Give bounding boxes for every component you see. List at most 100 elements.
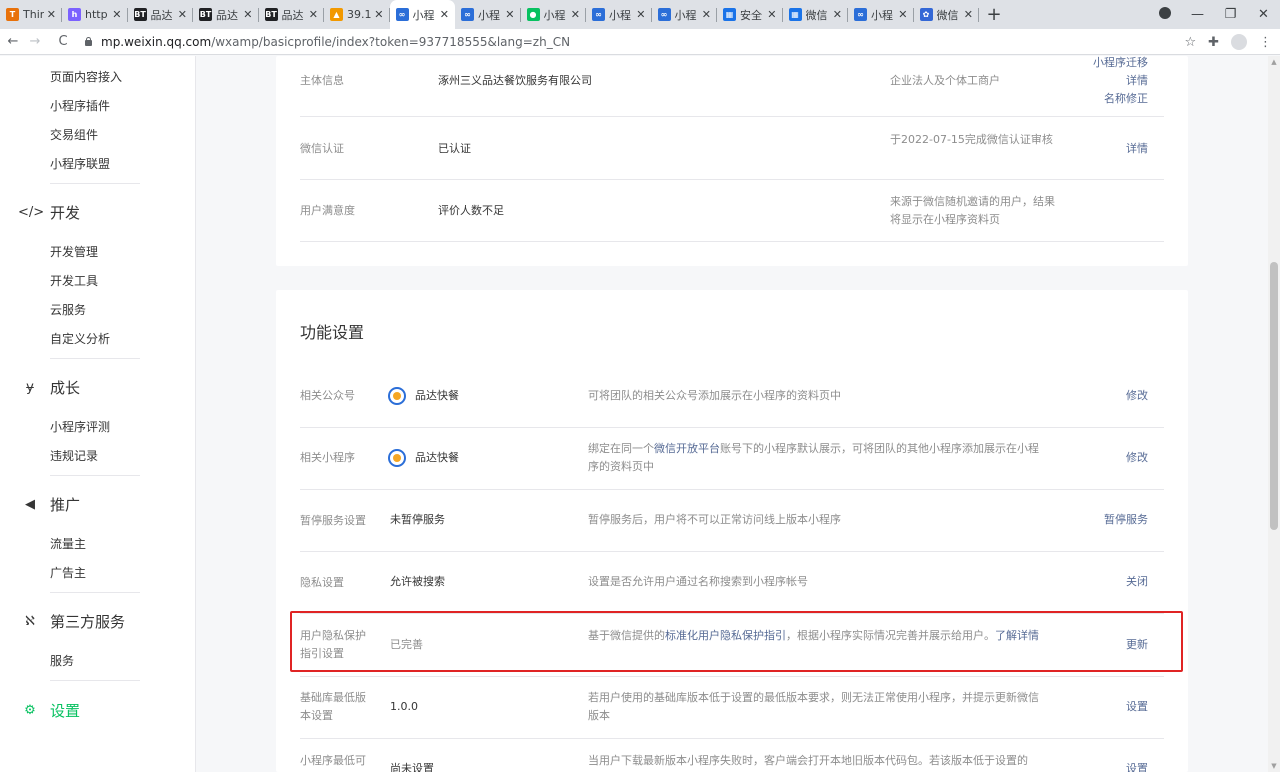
sidebar-item-dev-management[interactable]: 开发管理 — [50, 243, 98, 260]
tab-close-icon[interactable]: ✕ — [636, 8, 645, 21]
browser-menu-icon[interactable]: ⋮ — [1259, 35, 1272, 50]
tab-close-icon[interactable]: ✕ — [505, 8, 514, 21]
privacy-value: 允许被搜索 — [390, 575, 445, 588]
sidebar-divider — [50, 183, 140, 184]
tab-close-icon[interactable]: ✕ — [112, 8, 121, 21]
tab-close-icon[interactable]: ✕ — [571, 8, 580, 21]
url-field[interactable]: mp.weixin.qq.com/wxamp/basicprofile/inde… — [84, 35, 570, 49]
sidebar-section-promo[interactable]: ◀ 推广 — [18, 494, 80, 515]
browser-tab[interactable]: ∞ 小程 ✕ — [652, 0, 717, 29]
browser-tab[interactable]: ● 小程 ✕ — [521, 0, 586, 29]
tab-title: 微信 — [936, 8, 959, 22]
scroll-up-arrow-icon[interactable]: ▲ — [1268, 58, 1280, 66]
address-bar: ← → C mp.weixin.qq.com/wxamp/basicprofil… — [0, 29, 1280, 55]
field-label: 暂停服务设置 — [300, 514, 366, 527]
tab-close-icon[interactable]: ✕ — [833, 8, 842, 21]
url-path: /wxamp/basicprofile/index?token=93771855… — [211, 34, 571, 49]
tab-close-icon[interactable]: ✕ — [374, 8, 383, 21]
migrate-link[interactable]: 小程序迁移 — [1060, 54, 1148, 72]
tab-close-icon[interactable]: ✕ — [702, 8, 711, 21]
close-window-button[interactable]: ✕ — [1247, 7, 1280, 22]
sidebar-item-custom-analysis[interactable]: 自定义分析 — [50, 330, 110, 347]
tab-favicon-icon: ▦ — [788, 8, 802, 21]
scroll-thumb[interactable] — [1270, 262, 1278, 530]
extensions-icon[interactable]: ✚ — [1208, 35, 1219, 50]
tab-title: 品达 — [216, 8, 238, 22]
tab-close-icon[interactable]: ✕ — [898, 8, 907, 21]
page-scrollbar[interactable]: ▲ ▼ — [1268, 56, 1280, 772]
sidebar-section-growth[interactable]: ɏ 成长 — [18, 377, 80, 398]
sidebar-section-settings[interactable]: ⚙ 设置 — [18, 700, 80, 721]
row-divider — [300, 738, 1164, 739]
sidebar-item-services[interactable]: 服务 — [50, 652, 74, 669]
verification-detail-link[interactable]: 详情 — [1060, 140, 1148, 158]
sidebar-item-advertiser[interactable]: 广告主 — [50, 564, 86, 581]
third-party-icon: ℵ — [25, 614, 35, 629]
scroll-down-arrow-icon[interactable]: ▼ — [1268, 762, 1280, 770]
close-search-button[interactable]: 关闭 — [1060, 573, 1148, 591]
tab-title: http — [85, 8, 108, 21]
entity-detail-link[interactable]: 详情 — [1060, 72, 1148, 90]
tab-close-icon[interactable]: ✕ — [178, 8, 187, 21]
field-label: 用户满意度 — [300, 204, 355, 217]
name-correction-link[interactable]: 名称修正 — [1060, 90, 1148, 108]
tab-favicon-icon: h — [68, 8, 81, 21]
browser-tab[interactable]: ∞ 小程 ✕ — [389, 0, 455, 29]
new-tab-button[interactable]: + — [979, 0, 1009, 29]
browser-tab[interactable]: ▦ 微信 ✕ — [783, 0, 848, 29]
tab-close-icon[interactable]: ✕ — [47, 8, 56, 21]
browser-tab[interactable]: ∞ 小程 ✕ — [455, 0, 521, 29]
tab-close-icon[interactable]: ✕ — [309, 8, 318, 21]
browser-tab[interactable]: h http ✕ — [62, 0, 128, 29]
sidebar-item-traffic-host[interactable]: 流量主 — [50, 535, 86, 552]
browser-tab[interactable]: ✿ 微信 ✕ — [914, 0, 979, 29]
sidebar-divider — [50, 358, 140, 359]
tab-title: 品达 — [150, 8, 173, 22]
back-button[interactable]: ← — [2, 34, 24, 49]
sidebar-item-violations[interactable]: 违规记录 — [50, 447, 98, 464]
tab-close-icon[interactable]: ✕ — [243, 8, 252, 21]
sidebar-item-cloud[interactable]: 云服务 — [50, 301, 86, 318]
browser-tab[interactable]: BT 品达 ✕ — [193, 0, 259, 29]
bookmark-star-icon[interactable]: ☆ — [1184, 35, 1196, 50]
tab-favicon-icon: T — [6, 8, 19, 21]
tab-close-icon[interactable]: ✕ — [440, 8, 449, 21]
field-desc: 企业法人及个体工商户 — [890, 74, 1000, 87]
browser-tab[interactable]: BT 品达 ✕ — [128, 0, 193, 29]
profile-icon[interactable] — [1148, 6, 1181, 23]
browser-tab[interactable]: T Thin ✕ — [0, 0, 62, 29]
sidebar-item-union[interactable]: 小程序联盟 — [50, 155, 110, 172]
browser-tab[interactable]: ▦ 安全 ✕ — [717, 0, 783, 29]
sidebar-divider — [50, 475, 140, 476]
browser-tab[interactable]: ∞ 小程 ✕ — [586, 0, 652, 29]
forward-button[interactable]: → — [24, 34, 46, 49]
maximize-button[interactable]: ❐ — [1214, 7, 1247, 22]
sidebar-item-plugins[interactable]: 小程序插件 — [50, 97, 110, 114]
tab-close-icon[interactable]: ✕ — [767, 8, 776, 21]
browser-tab[interactable]: BT 品达 ✕ — [259, 0, 324, 29]
account-avatar[interactable] — [1231, 34, 1247, 50]
open-platform-link[interactable]: 微信开放平台 — [654, 442, 720, 455]
modify-program-button[interactable]: 修改 — [1060, 449, 1148, 467]
set-client-version-button[interactable]: 设置 — [1060, 760, 1148, 772]
service-status-value: 未暂停服务 — [390, 513, 445, 526]
sidebar-item-dev-tools[interactable]: 开发工具 — [50, 272, 98, 289]
browser-tab[interactable]: ▲ 39.1 ✕ — [324, 0, 390, 29]
sidebar-section-dev[interactable]: </> 开发 — [18, 202, 80, 223]
modify-account-button[interactable]: 修改 — [1060, 387, 1148, 405]
reload-button[interactable]: C — [52, 34, 74, 49]
tab-close-icon[interactable]: ✕ — [964, 8, 973, 21]
entity-name-value: 涿州三义品达餐饮服务有限公司 — [438, 74, 592, 87]
sidebar-item-evaluation[interactable]: 小程序评测 — [50, 418, 110, 435]
pause-service-button[interactable]: 暂停服务 — [1060, 511, 1148, 529]
tab-title: 小程 — [871, 8, 893, 22]
sidebar-section-third-party[interactable]: ℵ 第三方服务 — [18, 611, 125, 632]
tab-title: 小程 — [674, 8, 697, 22]
tab-favicon-icon: ∞ — [657, 8, 671, 21]
tab-favicon-icon: ▦ — [723, 8, 736, 21]
set-min-version-button[interactable]: 设置 — [1060, 698, 1148, 716]
sidebar-item-page-content[interactable]: 页面内容接入 — [50, 68, 122, 85]
minimize-button[interactable]: — — [1181, 7, 1214, 22]
browser-tab[interactable]: ∞ 小程 ✕ — [848, 0, 914, 29]
sidebar-item-trade-components[interactable]: 交易组件 — [50, 126, 98, 143]
